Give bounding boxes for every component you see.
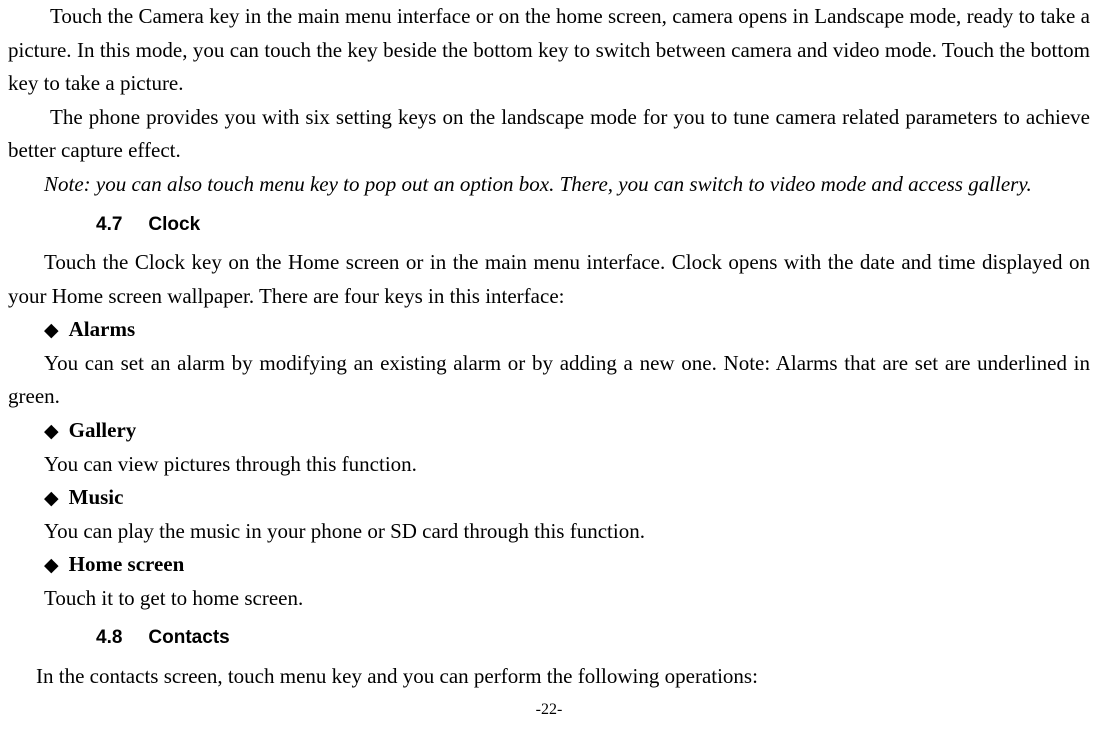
paragraph-contacts-intro: In the contacts screen, touch menu key a… (8, 660, 1090, 694)
bullet-item-gallery: ◆ Gallery (44, 414, 1090, 448)
diamond-icon: ◆ (44, 417, 59, 447)
bullet-label: Gallery (69, 414, 137, 448)
section-heading-clock: 4.7 Clock (96, 210, 1090, 240)
bullet-label: Music (69, 481, 124, 515)
section-title: Clock (148, 214, 200, 235)
diamond-icon: ◆ (44, 316, 59, 346)
paragraph-alarms-text: You can set an alarm by modifying an exi… (8, 347, 1090, 414)
section-heading-contacts: 4.8 Contacts (96, 623, 1090, 653)
paragraph-note: Note: you can also touch menu key to pop… (8, 168, 1090, 202)
paragraph-camera-intro: Touch the Camera key in the main menu in… (8, 0, 1090, 101)
bullet-label: Alarms (69, 313, 136, 347)
bullet-label: Home screen (69, 548, 185, 582)
paragraph-home-text: Touch it to get to home screen. (44, 582, 1090, 616)
paragraph-clock-intro: Touch the Clock key on the Home screen o… (8, 246, 1090, 313)
paragraph-camera-settings: The phone provides you with six setting … (8, 101, 1090, 168)
page-number: -22- (8, 697, 1090, 723)
section-title: Contacts (148, 627, 229, 648)
diamond-icon: ◆ (44, 551, 59, 581)
bullet-item-home: ◆ Home screen (44, 548, 1090, 582)
bullet-item-alarms: ◆ Alarms (44, 313, 1090, 347)
paragraph-music-text: You can play the music in your phone or … (44, 515, 1090, 549)
section-number: 4.7 (96, 214, 122, 235)
diamond-icon: ◆ (44, 484, 59, 514)
bullet-item-music: ◆ Music (44, 481, 1090, 515)
section-number: 4.8 (96, 627, 122, 648)
paragraph-gallery-text: You can view pictures through this funct… (44, 448, 1090, 482)
